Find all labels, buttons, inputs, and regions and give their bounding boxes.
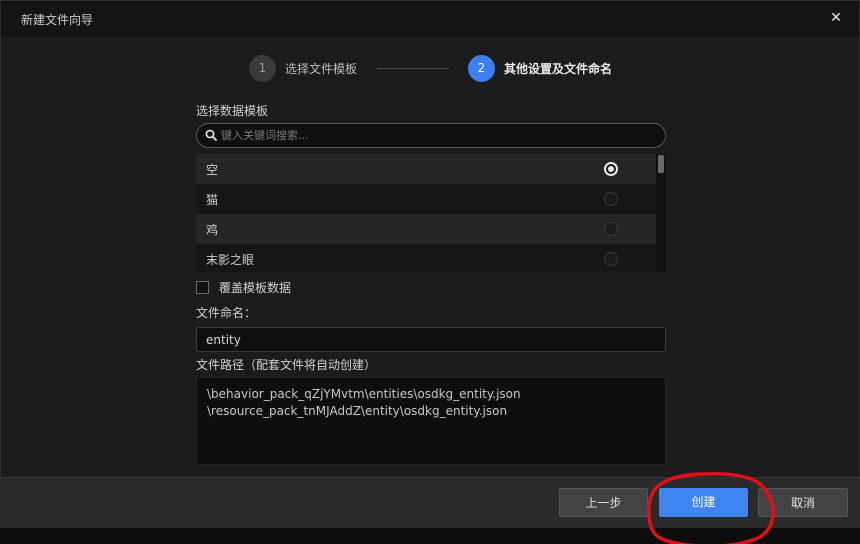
template-search[interactable] (196, 123, 666, 148)
close-icon[interactable]: ✕ (827, 9, 845, 27)
step-2-label: 其他设置及文件命名 (504, 61, 613, 76)
override-checkbox[interactable] (196, 280, 209, 294)
file-path-box: \behavior_pack_qZjYMvtm\entities\osdkg_e… (196, 377, 666, 465)
radio-selected[interactable] (604, 162, 618, 176)
step-1: 1 选择文件模板 (249, 54, 357, 82)
search-input[interactable] (221, 126, 651, 145)
create-button[interactable]: 创建 (659, 488, 748, 517)
radio-unselected[interactable] (604, 192, 618, 206)
step-1-number: 1 (249, 54, 276, 82)
resource-pack-path: \resource_pack_tnMJAddZ\entity\osdkg_ent… (207, 404, 508, 418)
behavior-pack-path: \behavior_pack_qZjYMvtm\entities\osdkg_e… (207, 387, 521, 401)
list-item-chicken[interactable]: 鸡 (196, 214, 656, 244)
file-name-label: 文件命名： (196, 306, 257, 320)
override-checkbox-label: 覆盖模板数据 (219, 280, 292, 295)
file-path-label: 文件路径（配套文件将自动创建） (196, 358, 377, 372)
list-item-label: 猫 (206, 192, 219, 207)
list-scrollbar[interactable] (656, 154, 666, 272)
cancel-button[interactable]: 取消 (758, 488, 848, 517)
new-file-wizard-dialog: 新建文件向导 ✕ 1 选择文件模板 2 其他设置及文件命名 选择数据模板 空 猫… (0, 0, 860, 528)
step-2: 2 其他设置及文件命名 (468, 54, 612, 82)
template-list: 空 猫 鸡 末影之眼 (196, 154, 666, 272)
radio-unselected[interactable] (604, 222, 618, 236)
list-item-label: 末影之眼 (206, 252, 255, 267)
list-item-empty[interactable]: 空 (196, 154, 656, 184)
list-item-label: 空 (206, 162, 219, 177)
search-icon (205, 129, 217, 141)
step-connector (377, 68, 449, 69)
radio-unselected[interactable] (604, 252, 618, 266)
step-1-label: 选择文件模板 (285, 61, 358, 76)
list-item-label: 鸡 (206, 222, 219, 237)
list-item-ender-eye[interactable]: 末影之眼 (196, 244, 656, 272)
previous-step-button[interactable]: 上一步 (559, 488, 648, 517)
file-name-input[interactable] (196, 327, 666, 352)
scroll-thumb[interactable] (658, 155, 664, 173)
override-template-option[interactable]: 覆盖模板数据 (196, 279, 291, 295)
list-item-cat[interactable]: 猫 (196, 184, 656, 214)
step-2-number: 2 (468, 54, 495, 82)
dialog-title: 新建文件向导 (21, 13, 94, 27)
template-section-label: 选择数据模板 (196, 104, 269, 118)
title-bar: 新建文件向导 ✕ (1, 1, 859, 37)
